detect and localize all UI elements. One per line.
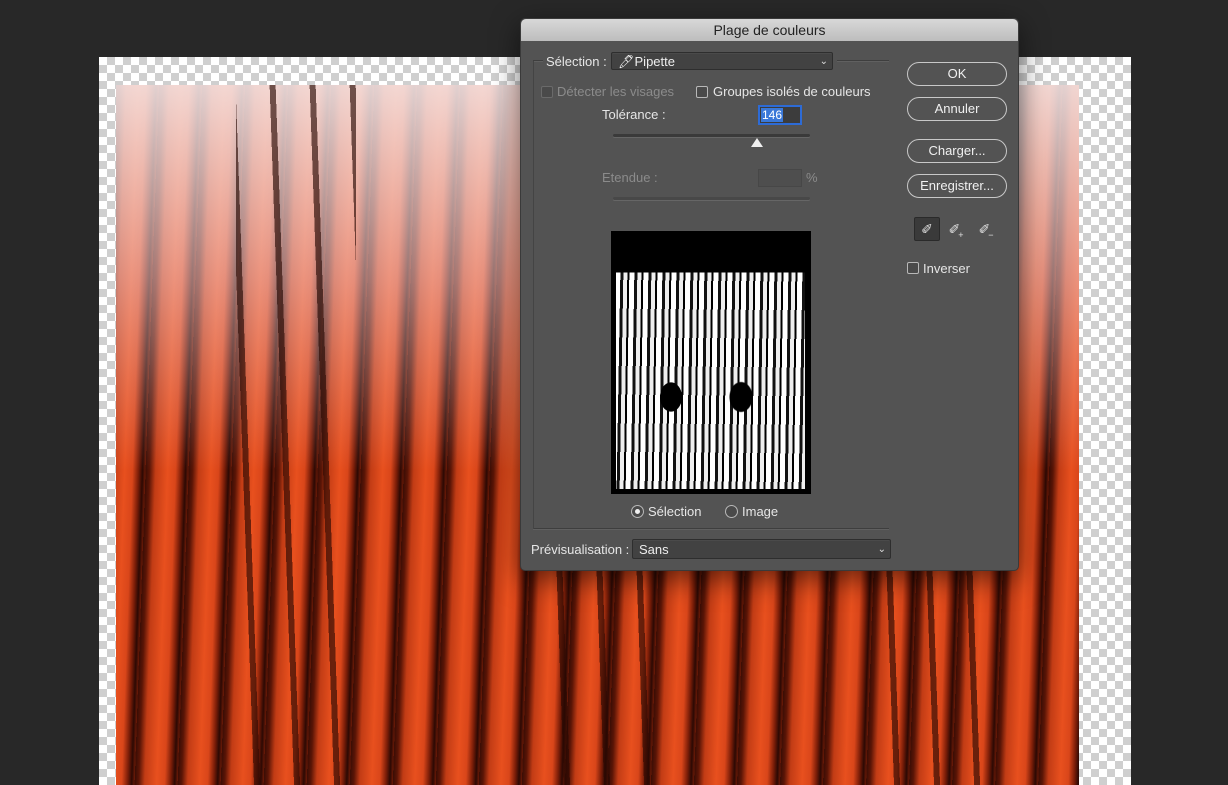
save-button[interactable]: Enregistrer... (907, 174, 1007, 198)
preview-select[interactable]: Sans ⌄ (632, 539, 891, 559)
invert-checkbox[interactable] (907, 262, 919, 274)
radio-selection[interactable] (631, 505, 644, 518)
tolerance-value: 146 (761, 108, 784, 122)
eyedropper-minus-icon[interactable]: ✐− (974, 217, 1000, 241)
color-range-dialog: Plage de couleurs Sélection : 🖊︎Pipette … (520, 18, 1019, 571)
preview-mask-image (616, 237, 805, 489)
dialog-title: Plage de couleurs (521, 19, 1018, 41)
selection-value: Pipette (634, 54, 675, 69)
load-button[interactable]: Charger... (907, 139, 1007, 163)
radio-selection-label: Sélection (648, 504, 702, 519)
divider (837, 60, 889, 62)
eyedropper-icon: 🖊︎ (618, 54, 635, 69)
localized-clusters-checkbox[interactable] (696, 86, 708, 98)
chevron-down-icon: ⌄ (819, 56, 828, 67)
localized-clusters-label: Groupes isolés de couleurs (713, 84, 871, 99)
range-slider-track[interactable] (613, 197, 810, 200)
detect-faces-checkbox[interactable] (541, 86, 553, 98)
ok-button[interactable]: OK (907, 62, 1007, 86)
tolerance-label: Tolérance : (602, 107, 666, 122)
range-label: Etendue : (602, 170, 658, 185)
tolerance-slider-thumb[interactable] (750, 138, 763, 147)
tolerance-slider-track[interactable] (613, 134, 810, 137)
cancel-button[interactable]: Annuler (907, 97, 1007, 121)
chevron-down-icon: ⌄ (877, 544, 886, 555)
eyedropper-plus-icon[interactable]: ✐+ (944, 217, 970, 241)
invert-label: Inverser (923, 261, 970, 276)
detect-faces-label: Détecter les visages (557, 84, 675, 99)
tolerance-input[interactable]: 146 (758, 105, 802, 125)
selection-preview[interactable] (611, 231, 811, 494)
selection-select[interactable]: 🖊︎Pipette ⌄ (611, 52, 833, 70)
group-border (533, 61, 534, 529)
divider (533, 528, 889, 530)
radio-image-label: Image (742, 504, 779, 519)
preview-label: Prévisualisation : (531, 542, 630, 557)
range-input[interactable] (758, 169, 802, 187)
preview-value: Sans (639, 542, 669, 557)
selection-label: Sélection : (546, 54, 607, 69)
divider (533, 60, 543, 62)
radio-image[interactable] (725, 505, 738, 518)
range-unit: % (806, 170, 818, 185)
wood-grain (236, 85, 356, 785)
eyedropper-icon[interactable]: ✐ (914, 217, 940, 241)
